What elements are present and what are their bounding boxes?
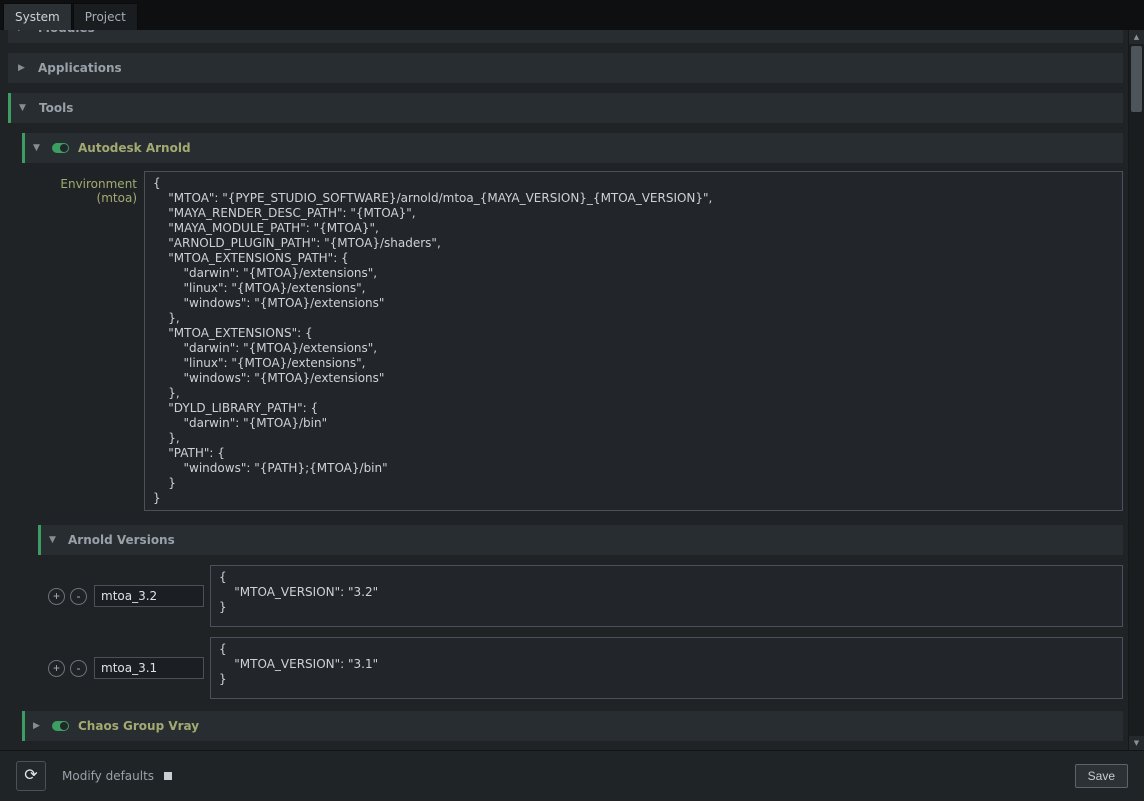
toggle-enabled-icon[interactable] bbox=[52, 143, 69, 153]
section-label-modules: Modules bbox=[38, 30, 95, 35]
section-header-arnold-versions[interactable]: ▼ Arnold Versions bbox=[38, 525, 1123, 555]
version-value-editor[interactable]: { "MTOA_VERSION": "3.1" } bbox=[210, 637, 1123, 699]
save-button[interactable]: Save bbox=[1075, 764, 1128, 788]
scrollbar-thumb[interactable] bbox=[1131, 46, 1142, 112]
version-key-input[interactable] bbox=[94, 585, 204, 607]
modify-defaults-checkbox[interactable] bbox=[164, 772, 172, 780]
environment-mtoa-label: Environment (mtoa) bbox=[22, 171, 144, 511]
main-tabbar: System Project bbox=[0, 0, 1144, 30]
tool-label-autodesk-arnold: Autodesk Arnold bbox=[78, 141, 191, 155]
chevron-down-icon: ▼ bbox=[49, 535, 59, 545]
environment-mtoa-editor[interactable]: { "MTOA": "{PYPE_STUDIO_SOFTWARE}/arnold… bbox=[144, 171, 1123, 511]
tool-label-chaos-group-vray: Chaos Group Vray bbox=[78, 719, 199, 733]
toggle-enabled-icon[interactable] bbox=[52, 721, 69, 731]
tab-project[interactable]: Project bbox=[73, 3, 138, 30]
section-label-tools: Tools bbox=[39, 101, 73, 115]
add-version-button[interactable]: + bbox=[48, 588, 65, 605]
version-row: + - { "MTOA_VERSION": "3.1" } bbox=[48, 637, 1123, 699]
scroll-down-icon[interactable]: ▼ bbox=[1129, 736, 1144, 750]
version-row: + - { "MTOA_VERSION": "3.2" } bbox=[48, 565, 1123, 627]
environment-mtoa-row: Environment (mtoa) { "MTOA": "{PYPE_STUD… bbox=[22, 171, 1123, 511]
section-label-applications: Applications bbox=[38, 61, 122, 75]
settings-scroll-area: ▶ Modules ▶ Applications ▼ Tools ▼ Autod… bbox=[0, 30, 1128, 750]
chevron-right-icon: ▶ bbox=[18, 63, 28, 73]
tab-system[interactable]: System bbox=[3, 3, 72, 30]
add-version-button[interactable]: + bbox=[48, 660, 65, 677]
chevron-down-icon: ▼ bbox=[19, 103, 29, 113]
vertical-scrollbar[interactable]: ▲ ▼ bbox=[1128, 30, 1144, 750]
modify-defaults-label: Modify defaults bbox=[62, 769, 154, 783]
remove-version-button[interactable]: - bbox=[70, 588, 87, 605]
settings-window: System Project ▶ Modules ▶ Applications … bbox=[0, 0, 1144, 801]
tool-header-chaos-group-vray[interactable]: ▶ Chaos Group Vray bbox=[22, 711, 1123, 741]
footer-bar: ⟳ Modify defaults Save bbox=[0, 750, 1144, 801]
section-header-tools[interactable]: ▼ Tools bbox=[8, 93, 1123, 123]
scroll-up-icon[interactable]: ▲ bbox=[1129, 30, 1144, 44]
version-key-input[interactable] bbox=[94, 657, 204, 679]
version-value-editor[interactable]: { "MTOA_VERSION": "3.2" } bbox=[210, 565, 1123, 627]
settings-content: ▶ Modules ▶ Applications ▼ Tools ▼ Autod… bbox=[0, 30, 1144, 750]
chevron-right-icon: ▶ bbox=[33, 721, 43, 731]
chevron-right-icon: ▶ bbox=[18, 30, 28, 33]
section-header-applications[interactable]: ▶ Applications bbox=[8, 53, 1123, 83]
chevron-down-icon: ▼ bbox=[33, 143, 43, 153]
section-label-arnold-versions: Arnold Versions bbox=[68, 533, 175, 547]
tool-header-autodesk-arnold[interactable]: ▼ Autodesk Arnold bbox=[22, 133, 1123, 163]
refresh-button[interactable]: ⟳ bbox=[16, 761, 46, 791]
remove-version-button[interactable]: - bbox=[70, 660, 87, 677]
section-header-modules[interactable]: ▶ Modules bbox=[8, 30, 1123, 43]
